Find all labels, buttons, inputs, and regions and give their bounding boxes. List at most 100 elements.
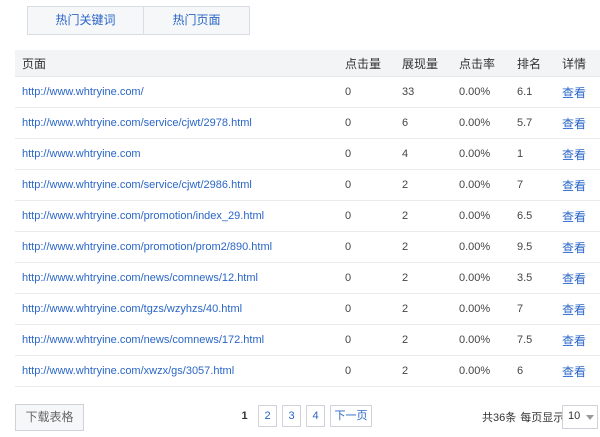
next-page-button[interactable]: 下一页	[330, 405, 372, 427]
detail-cell: 查看	[562, 169, 600, 201]
detail-cell: 查看	[562, 262, 600, 294]
rank-cell: 7.5	[517, 324, 562, 356]
rank-cell: 7	[517, 169, 562, 201]
page-cell: http://www.whtryine.com/xwzx/gs/3057.htm…	[15, 355, 345, 387]
page-url-link[interactable]: http://www.whtryine.com/tgzs/wzyhzs/40.h…	[22, 303, 242, 315]
ctr-cell: 0.00%	[459, 138, 517, 170]
page-url-link[interactable]: http://www.whtryine.com/service/cjwt/297…	[22, 117, 252, 129]
impressions-cell: 2	[402, 324, 459, 356]
view-detail-link[interactable]: 查看	[562, 210, 586, 224]
impressions-cell: 2	[402, 355, 459, 387]
page-cell: http://www.whtryine.com/	[15, 76, 345, 108]
page-url-link[interactable]: http://www.whtryine.com/news/comnews/172…	[22, 334, 264, 346]
hot-pages-table: 页面 点击量 展现量 点击率 排名 详情 http://www.whtryine…	[15, 50, 600, 387]
page-url-link[interactable]: http://www.whtryine.com/service/cjwt/298…	[22, 179, 252, 191]
clicks-cell: 0	[345, 107, 402, 139]
tab-bar: 热门关键词 热门页面	[27, 6, 250, 35]
page-cell: http://www.whtryine.com/promotion/prom2/…	[15, 231, 345, 263]
column-header-clicks: 点击量	[345, 50, 402, 77]
page-cell: http://www.whtryine.com	[15, 138, 345, 170]
view-detail-link[interactable]: 查看	[562, 365, 586, 379]
rank-cell: 1	[517, 138, 562, 170]
detail-cell: 查看	[562, 138, 600, 170]
detail-cell: 查看	[562, 293, 600, 325]
page-url-link[interactable]: http://www.whtryine.com/	[22, 86, 144, 98]
page-cell: http://www.whtryine.com/promotion/index_…	[15, 200, 345, 232]
rank-cell: 5.7	[517, 107, 562, 139]
view-detail-link[interactable]: 查看	[562, 334, 586, 348]
clicks-cell: 0	[345, 262, 402, 294]
ctr-cell: 0.00%	[459, 355, 517, 387]
view-detail-link[interactable]: 查看	[562, 86, 586, 100]
view-detail-link[interactable]: 查看	[562, 303, 586, 317]
page-cell: http://www.whtryine.com/news/comnews/172…	[15, 324, 345, 356]
rank-cell: 7	[517, 293, 562, 325]
detail-cell: 查看	[562, 107, 600, 139]
tab-hot-pages[interactable]: 热门页面	[144, 7, 249, 34]
view-detail-link[interactable]: 查看	[562, 148, 586, 162]
detail-cell: 查看	[562, 76, 600, 108]
page-url-link[interactable]: http://www.whtryine.com/promotion/prom2/…	[22, 241, 272, 253]
page-link-2[interactable]: 2	[258, 405, 277, 427]
detail-cell: 查看	[562, 355, 600, 387]
table-footer: 下载表格 1 2 3 4 下一页 共36条 每页显示: 10	[0, 402, 600, 432]
ctr-cell: 0.00%	[459, 107, 517, 139]
column-header-detail: 详情	[562, 50, 600, 77]
detail-cell: 查看	[562, 231, 600, 263]
table-row: http://www.whtryine.com/service/cjwt/298…	[15, 169, 600, 201]
page-url-link[interactable]: http://www.whtryine.com	[22, 148, 141, 160]
page-url-link[interactable]: http://www.whtryine.com/xwzx/gs/3057.htm…	[22, 365, 234, 377]
table-row: http://www.whtryine.com/news/comnews/12.…	[15, 262, 600, 294]
per-page-select[interactable]: 10	[562, 405, 598, 429]
download-table-button[interactable]: 下载表格	[15, 404, 84, 431]
page-cell: http://www.whtryine.com/service/cjwt/298…	[15, 169, 345, 201]
total-count: 共36条	[482, 412, 517, 424]
page-url-link[interactable]: http://www.whtryine.com/news/comnews/12.…	[22, 272, 258, 284]
pagination-summary: 共36条 每页显示:	[482, 409, 571, 425]
per-page-label: 每页显示:	[520, 412, 568, 424]
table-row: http://www.whtryine.com/xwzx/gs/3057.htm…	[15, 355, 600, 387]
page-link-3[interactable]: 3	[282, 405, 301, 427]
page-url-link[interactable]: http://www.whtryine.com/promotion/index_…	[22, 210, 264, 222]
column-header-impressions: 展现量	[402, 50, 459, 77]
impressions-cell: 2	[402, 200, 459, 232]
chevron-down-icon	[586, 415, 594, 420]
clicks-cell: 0	[345, 293, 402, 325]
view-detail-link[interactable]: 查看	[562, 272, 586, 286]
ctr-cell: 0.00%	[459, 231, 517, 263]
clicks-cell: 0	[345, 169, 402, 201]
table-header-row: 页面 点击量 展现量 点击率 排名 详情	[15, 50, 600, 77]
ctr-cell: 0.00%	[459, 262, 517, 294]
per-page-value: 10	[568, 410, 581, 422]
pagination: 1 2 3 4 下一页	[236, 405, 377, 427]
ctr-cell: 0.00%	[459, 324, 517, 356]
table-row: http://www.whtryine.com/service/cjwt/297…	[15, 107, 600, 139]
rank-cell: 9.5	[517, 231, 562, 263]
column-header-page: 页面	[15, 50, 345, 77]
table-row: http://www.whtryine.com/tgzs/wzyhzs/40.h…	[15, 293, 600, 325]
clicks-cell: 0	[345, 76, 402, 108]
ctr-cell: 0.00%	[459, 293, 517, 325]
view-detail-link[interactable]: 查看	[562, 179, 586, 193]
table-row: http://www.whtryine.com/0 33 0.00% 6.1 查看	[15, 76, 600, 108]
column-header-rank: 排名	[517, 50, 562, 77]
impressions-cell: 6	[402, 107, 459, 139]
clicks-cell: 0	[345, 355, 402, 387]
page-cell: http://www.whtryine.com/tgzs/wzyhzs/40.h…	[15, 293, 345, 325]
view-detail-link[interactable]: 查看	[562, 117, 586, 131]
rank-cell: 6.1	[517, 76, 562, 108]
impressions-cell: 2	[402, 169, 459, 201]
tab-hot-keywords[interactable]: 热门关键词	[28, 7, 144, 34]
rank-cell: 3.5	[517, 262, 562, 294]
clicks-cell: 0	[345, 200, 402, 232]
ctr-cell: 0.00%	[459, 169, 517, 201]
view-detail-link[interactable]: 查看	[562, 241, 586, 255]
rank-cell: 6.5	[517, 200, 562, 232]
page-current: 1	[241, 410, 248, 422]
rank-cell: 6	[517, 355, 562, 387]
table-row: http://www.whtryine.com/promotion/index_…	[15, 200, 600, 232]
table-row: http://www.whtryine.com/news/comnews/172…	[15, 324, 600, 356]
table-row: http://www.whtryine.com/promotion/prom2/…	[15, 231, 600, 263]
page-link-4[interactable]: 4	[306, 405, 325, 427]
column-header-ctr: 点击率	[459, 50, 517, 77]
